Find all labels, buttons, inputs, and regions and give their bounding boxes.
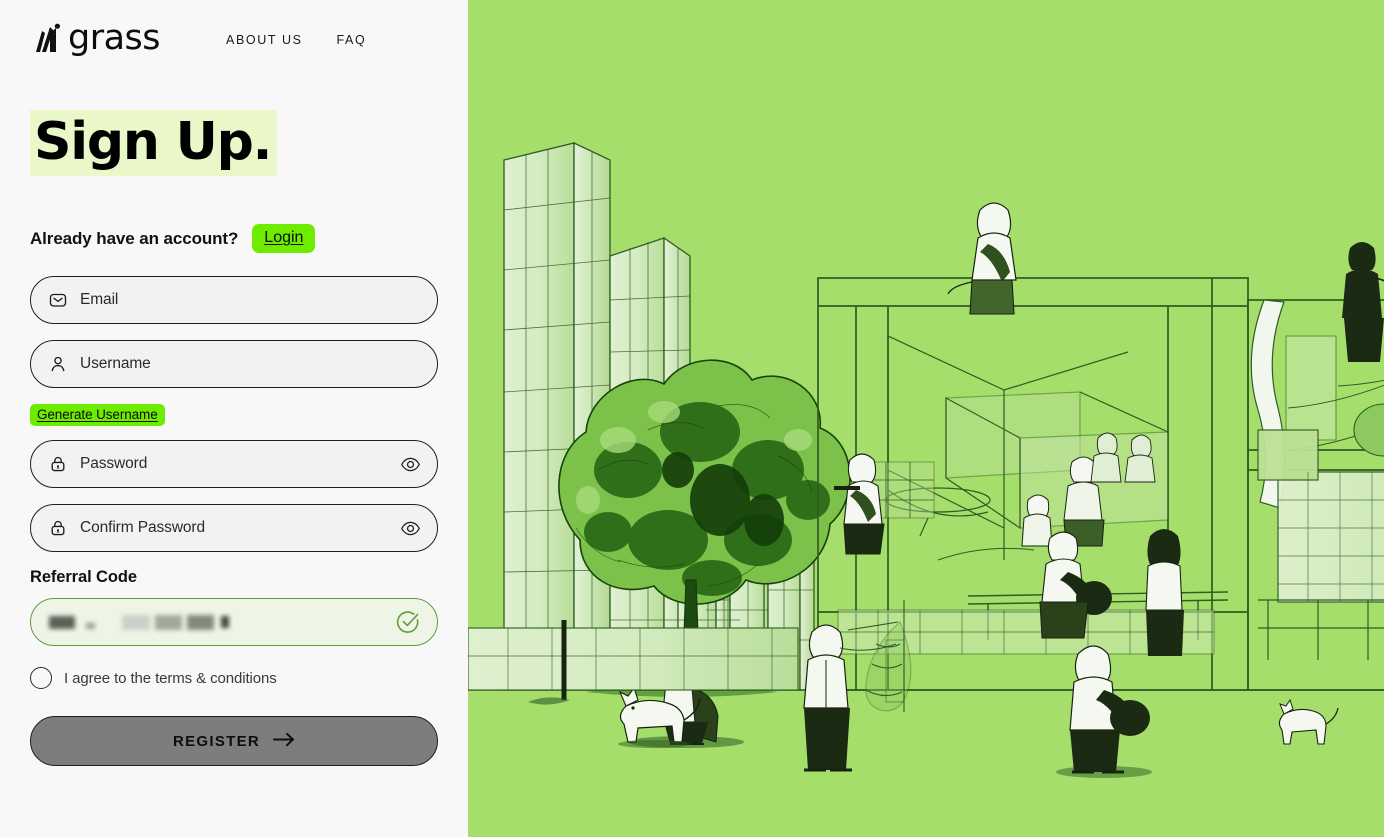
header-bar: grass ABOUT US FAQ bbox=[0, 0, 468, 56]
existing-account-prompt: Already have an account? bbox=[30, 228, 239, 248]
signup-left-panel: grass ABOUT US FAQ Sign Up. Already have… bbox=[0, 0, 468, 837]
signup-form-container: Sign Up. Already have an account? Login … bbox=[0, 110, 468, 767]
lock-icon bbox=[48, 454, 68, 474]
referral-code-redacted-value bbox=[49, 614, 229, 630]
email-placeholder: Email bbox=[80, 291, 119, 309]
page-title-wrap: Sign Up. bbox=[30, 110, 438, 177]
generate-username-button[interactable]: Generate Username bbox=[30, 404, 165, 427]
confirm-password-field[interactable]: Confirm Password bbox=[30, 504, 438, 553]
username-placeholder: Username bbox=[80, 355, 151, 373]
nav-faq[interactable]: FAQ bbox=[337, 33, 367, 47]
illustration-panel bbox=[468, 0, 1384, 837]
email-field[interactable]: Email bbox=[30, 276, 438, 325]
brand-name: grass bbox=[68, 17, 161, 58]
generate-username-wrap: Generate Username bbox=[30, 404, 438, 427]
page-title: Sign Up. bbox=[30, 110, 278, 177]
confirm-password-placeholder: Confirm Password bbox=[80, 519, 206, 537]
password-field[interactable]: Password bbox=[30, 440, 438, 489]
login-button[interactable]: Login bbox=[252, 224, 316, 254]
signup-page: grass ABOUT US FAQ Sign Up. Already have… bbox=[0, 0, 1384, 837]
arrow-right-icon bbox=[273, 732, 295, 751]
nav-about-us[interactable]: ABOUT US bbox=[226, 33, 302, 47]
terms-checkbox[interactable] bbox=[30, 667, 52, 690]
existing-account-row: Already have an account? Login bbox=[30, 224, 438, 254]
check-circle-icon bbox=[395, 609, 421, 635]
referral-code-label: Referral Code bbox=[30, 568, 137, 587]
terms-row: I agree to the terms & conditions bbox=[30, 667, 438, 690]
user-icon bbox=[48, 354, 68, 374]
lock-icon bbox=[48, 518, 68, 538]
envelope-icon bbox=[48, 290, 68, 310]
register-button[interactable]: REGISTER bbox=[30, 716, 438, 767]
referral-code-field[interactable] bbox=[30, 598, 438, 647]
username-field[interactable]: Username bbox=[30, 340, 438, 389]
password-placeholder: Password bbox=[80, 455, 148, 473]
confirm-password-visibility-toggle-icon[interactable] bbox=[400, 518, 421, 539]
city-scaffolding-line-art bbox=[468, 0, 1384, 837]
grass-bars-logo-icon bbox=[36, 23, 60, 52]
register-button-label: REGISTER bbox=[172, 732, 261, 750]
brand-logo[interactable]: grass bbox=[29, 17, 161, 58]
terms-label: I agree to the terms & conditions bbox=[64, 669, 277, 687]
password-visibility-toggle-icon[interactable] bbox=[400, 454, 421, 475]
main-nav: ABOUT US FAQ bbox=[226, 29, 366, 47]
